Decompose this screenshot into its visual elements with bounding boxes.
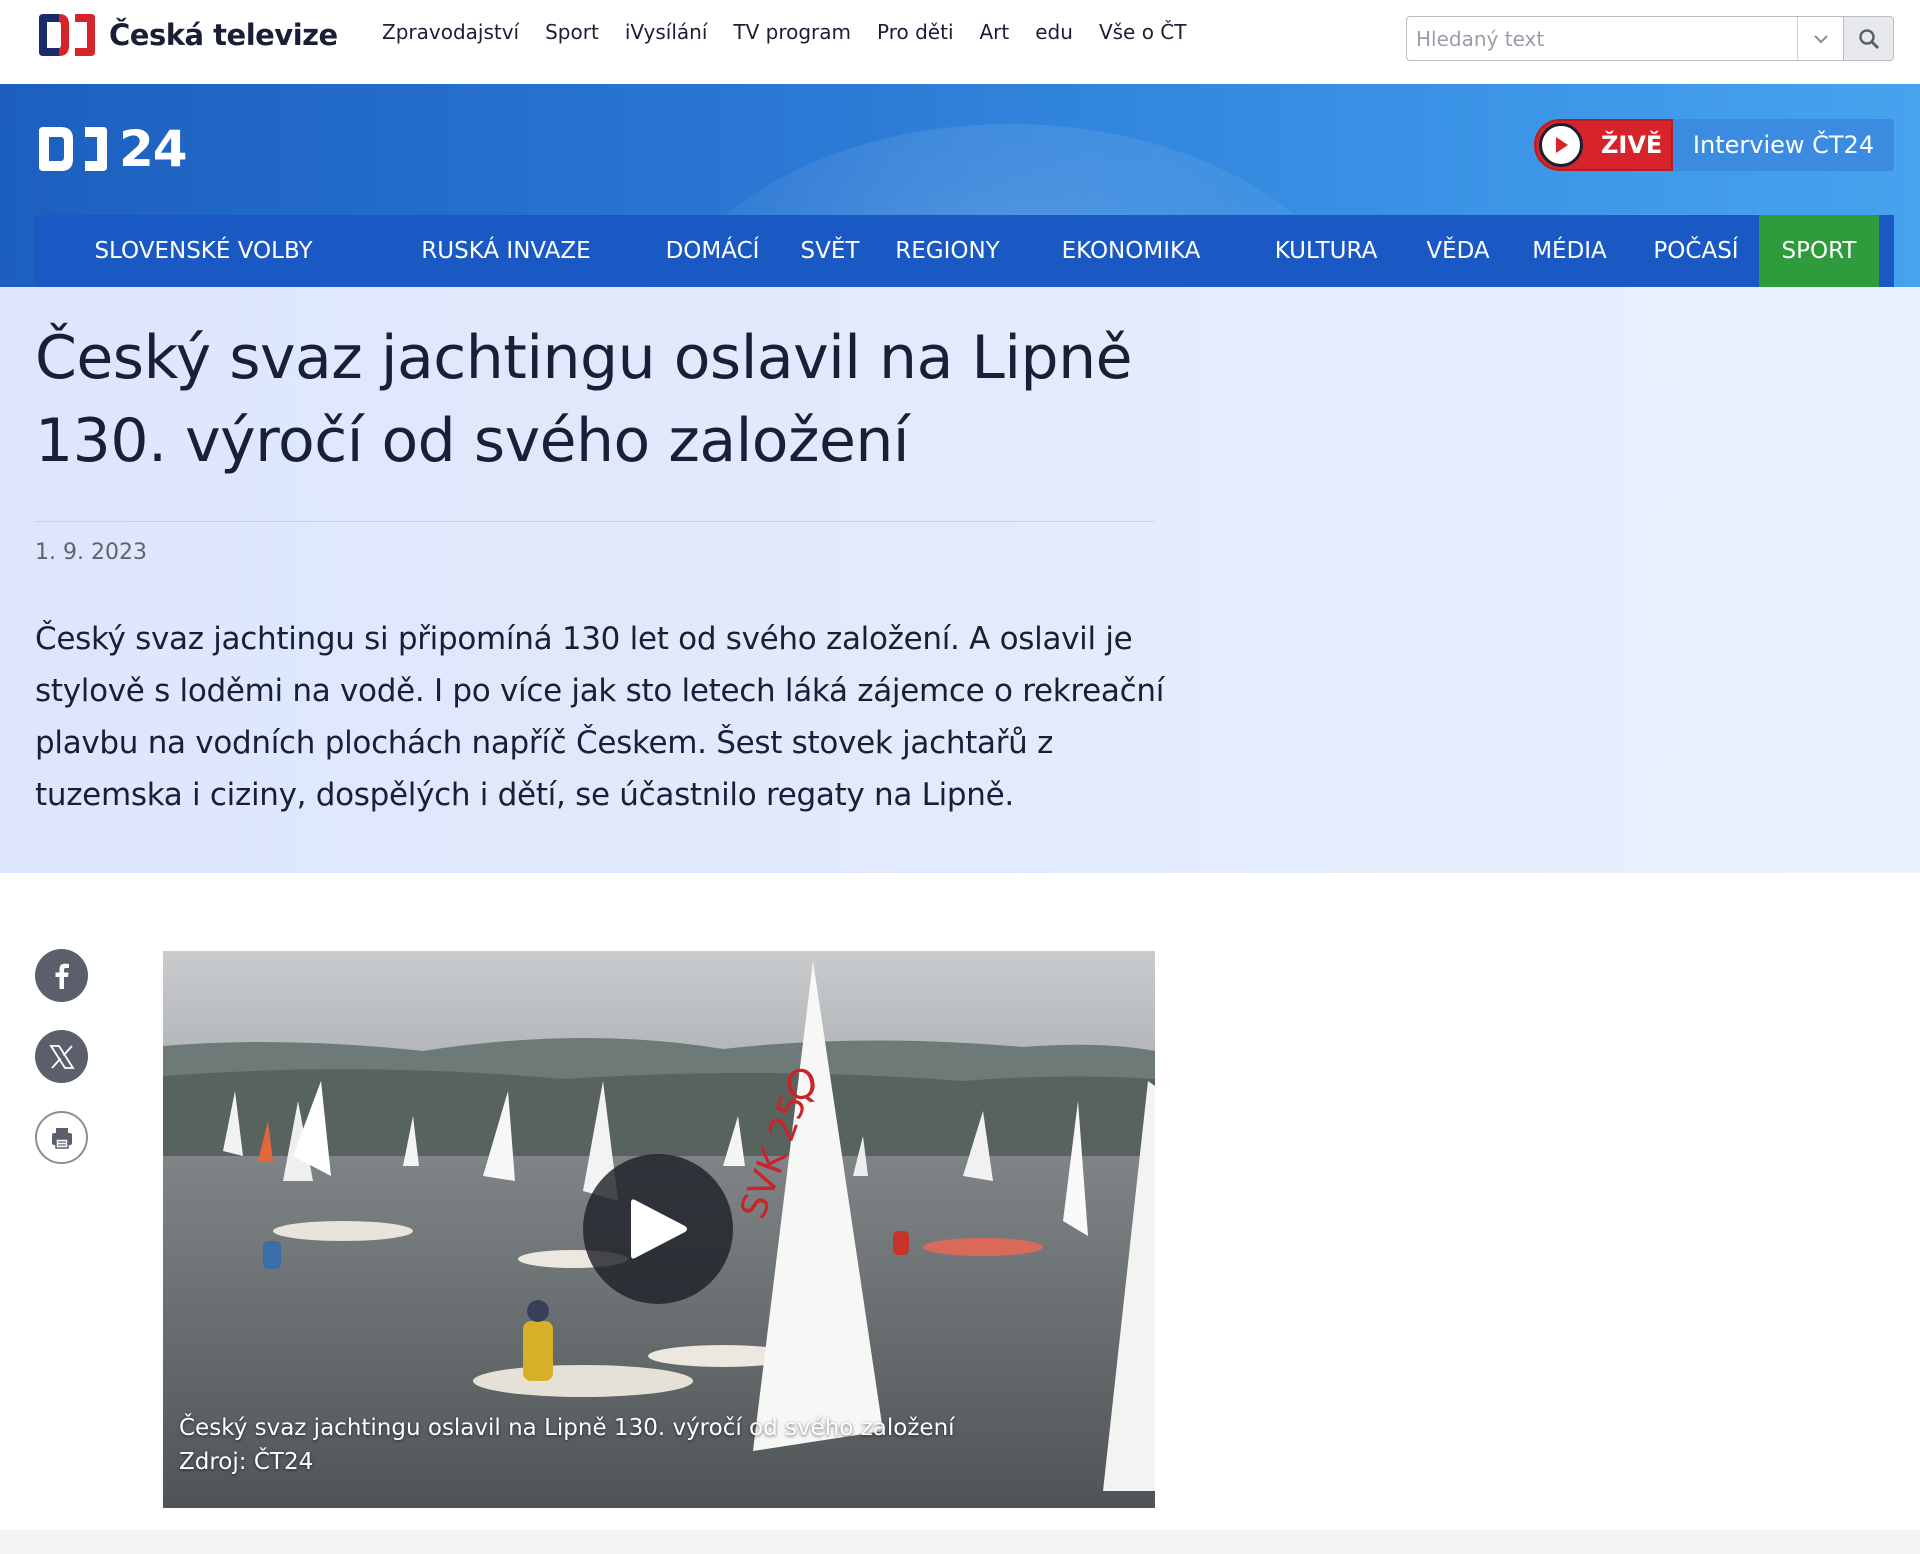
- print-icon: [51, 1127, 72, 1149]
- play-button[interactable]: [583, 1154, 733, 1304]
- title-divider: [35, 521, 1155, 522]
- topnav-zpravodajstvi[interactable]: Zpravodajství: [382, 20, 519, 44]
- article-header: Český svaz jachtingu oslavil na Lipně 13…: [0, 287, 1920, 873]
- section-regiony[interactable]: REGIONY: [875, 215, 1020, 287]
- play-icon: [631, 1199, 687, 1259]
- ct-logo-icon: [39, 14, 95, 56]
- topnav-edu[interactable]: edu: [1035, 20, 1073, 44]
- section-navigation: SLOVENSKÉ VOLBY RUSKÁ INVAZE DOMÁCÍ SVĚT…: [35, 215, 1894, 287]
- chevron-down-icon: [1813, 34, 1828, 43]
- ct24-header: 24 ŽIVĚ Interview ČT24 SLOVENSKÉ VOLBY R…: [0, 84, 1920, 287]
- live-button[interactable]: ŽIVĚ: [1534, 119, 1673, 171]
- ct24-logo[interactable]: 24: [35, 120, 188, 178]
- live-label: ŽIVĚ: [1601, 131, 1663, 159]
- top-navigation: Zpravodajství Sport iVysílání TV program…: [382, 20, 1212, 44]
- topnav-pro-deti[interactable]: Pro děti: [877, 20, 953, 44]
- section-kultura[interactable]: KULTURA: [1242, 215, 1410, 287]
- video-caption-source: Zdroj: ČT24: [179, 1449, 314, 1475]
- share-facebook-button[interactable]: [35, 949, 88, 1002]
- section-svet[interactable]: SVĚT: [785, 215, 875, 287]
- section-ekonomika[interactable]: EKONOMIKA: [1020, 215, 1242, 287]
- article-perex: Český svaz jachtingu si připomíná 130 le…: [35, 621, 1165, 813]
- share-x-button[interactable]: [35, 1030, 88, 1083]
- x-twitter-icon: [48, 1044, 75, 1069]
- ceska-televize-logo[interactable]: Česká televize: [35, 12, 338, 58]
- search-input[interactable]: [1407, 17, 1797, 60]
- section-media[interactable]: MÉDIA: [1506, 215, 1633, 287]
- section-veda[interactable]: VĚDA: [1410, 215, 1506, 287]
- search-box: [1406, 16, 1894, 61]
- search-dropdown-toggle[interactable]: [1797, 17, 1843, 60]
- article-title: Český svaz jachtingu oslavil na Lipně 13…: [35, 323, 1133, 476]
- bottom-strip: [0, 1530, 1920, 1554]
- topnav-art[interactable]: Art: [980, 20, 1010, 44]
- facebook-icon: [55, 963, 69, 989]
- topnav-vse-o-ct[interactable]: Vše o ČT: [1099, 20, 1187, 44]
- top-bar: Česká televize Zpravodajství Sport iVysí…: [0, 0, 1920, 84]
- print-button[interactable]: [35, 1111, 88, 1164]
- search-icon: [1858, 28, 1879, 49]
- play-circle-icon: [1539, 123, 1583, 167]
- search-button[interactable]: [1844, 16, 1894, 61]
- section-pocasi[interactable]: POČASÍ: [1633, 215, 1759, 287]
- section-domaci[interactable]: DOMÁCÍ: [640, 215, 785, 287]
- video-caption-title: Český svaz jachtingu oslavil na Lipně 13…: [179, 1415, 955, 1441]
- interview-ct24-button[interactable]: Interview ČT24: [1673, 119, 1894, 171]
- share-bar: [35, 949, 88, 1192]
- live-controls: ŽIVĚ Interview ČT24: [1534, 119, 1894, 171]
- topnav-tv-program[interactable]: TV program: [733, 20, 851, 44]
- topnav-ivysilani[interactable]: iVysílání: [625, 20, 708, 44]
- video-caption: Český svaz jachtingu oslavil na Lipně 13…: [179, 1411, 955, 1479]
- article-date: 1. 9. 2023: [35, 540, 147, 565]
- topnav-sport[interactable]: Sport: [545, 20, 599, 44]
- ct24-logo-mark-icon: [39, 127, 107, 171]
- brand-name: Česká televize: [109, 18, 338, 52]
- section-sport[interactable]: SPORT: [1759, 215, 1879, 287]
- search-field-wrap: [1406, 16, 1844, 61]
- video-player[interactable]: Q SVK 25 Český svaz jachtingu oslavil na…: [163, 951, 1155, 1508]
- ct24-logo-text: 24: [119, 120, 188, 178]
- section-ruska-invaze[interactable]: RUSKÁ INVAZE: [372, 215, 640, 287]
- section-slovenske-volby[interactable]: SLOVENSKÉ VOLBY: [35, 215, 372, 287]
